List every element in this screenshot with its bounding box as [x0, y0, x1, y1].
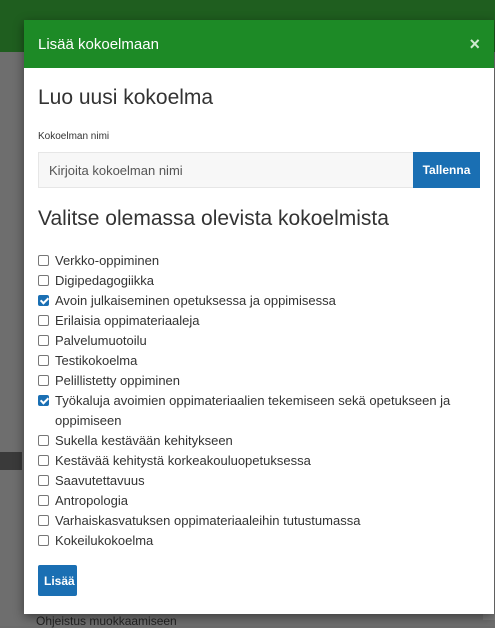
modal-title: Lisää kokoelmaan [38, 35, 159, 53]
save-button[interactable]: Tallenna [413, 152, 480, 188]
modal-header: Lisää kokoelmaan × [24, 20, 494, 68]
collection-item-label: Digipedagogiikka [55, 273, 155, 288]
collection-item[interactable]: Palvelumuotoilu [38, 331, 480, 351]
background-block [0, 452, 22, 470]
modal-body: Luo uusi kokoelma Kokoelman nimi Tallenn… [24, 86, 494, 596]
collection-item[interactable]: Avoin julkaiseminen opetuksessa ja oppim… [38, 291, 480, 311]
collection-item-label: Avoin julkaiseminen opetuksessa ja oppim… [55, 293, 336, 308]
collection-name-row: Tallenna [38, 152, 480, 188]
collection-item-label: Palvelumuotoilu [55, 333, 147, 348]
collection-item[interactable]: Työkaluja avoimien oppimateriaalien teke… [38, 391, 480, 431]
checkbox[interactable] [38, 435, 49, 446]
collection-item-label: Erilaisia oppimateriaaleja [55, 313, 200, 328]
checkbox-checked[interactable] [38, 295, 49, 306]
checkbox[interactable] [38, 375, 49, 386]
checkbox[interactable] [38, 335, 49, 346]
collection-item-label: Antropologia [55, 493, 128, 508]
checkbox[interactable] [38, 315, 49, 326]
checkbox[interactable] [38, 455, 49, 466]
collection-item[interactable]: Testikokoelma [38, 351, 480, 371]
close-icon[interactable]: × [469, 35, 480, 53]
collection-item-label: Saavutettavuus [55, 473, 145, 488]
collection-item[interactable]: Antropologia [38, 491, 480, 511]
collection-item[interactable]: Verkko-oppiminen [38, 251, 480, 271]
collection-item[interactable]: Pelillistetty oppiminen [38, 371, 480, 391]
add-to-collection-modal: Lisää kokoelmaan × Luo uusi kokoelma Kok… [24, 20, 494, 614]
create-collection-heading: Luo uusi kokoelma [38, 86, 214, 109]
checkbox-checked[interactable] [38, 395, 49, 406]
collection-item-label: Kokeilukokoelma [55, 533, 154, 548]
checkbox[interactable] [38, 275, 49, 286]
collection-name-input[interactable] [38, 152, 413, 188]
collection-list: Verkko-oppiminen Digipedagogiikka Avoin ju… [38, 251, 480, 551]
collection-item-label: Verkko-oppiminen [55, 253, 160, 268]
checkbox[interactable] [38, 255, 49, 266]
checkbox[interactable] [38, 535, 49, 546]
collection-item-label: Työkaluja avoimien oppimateriaalien teke… [55, 393, 451, 428]
collection-item[interactable]: Sukella kestävään kehitykseen [38, 431, 480, 451]
add-button[interactable]: Lisää [38, 565, 77, 596]
collection-item-label: Pelillistetty oppiminen [55, 373, 181, 388]
collection-item-label: Testikokoelma [55, 353, 138, 368]
collection-item[interactable]: Digipedagogiikka [38, 271, 480, 291]
checkbox[interactable] [38, 475, 49, 486]
checkbox[interactable] [38, 355, 49, 366]
collection-item[interactable]: Kokeilukokoelma [38, 531, 480, 551]
collection-item-label: Kestävää kehitystä korkeakouluopetuksess… [55, 453, 311, 468]
collection-item-label: Varhaiskasvatuksen oppimateriaaleihin tu… [55, 513, 361, 528]
select-collection-heading: Valitse olemassa olevista kokoelmista [38, 207, 389, 230]
collection-item[interactable]: Kestävää kehitystä korkeakouluopetuksess… [38, 451, 480, 471]
checkbox[interactable] [38, 515, 49, 526]
collection-item[interactable]: Varhaiskasvatuksen oppimateriaaleihin tu… [38, 511, 480, 531]
collection-item[interactable]: Erilaisia oppimateriaaleja [38, 311, 480, 331]
collection-item[interactable]: Saavutettavuus [38, 471, 480, 491]
collection-item-label: Sukella kestävään kehitykseen [55, 433, 233, 448]
checkbox[interactable] [38, 495, 49, 506]
collection-name-label: Kokoelman nimi [38, 131, 110, 142]
